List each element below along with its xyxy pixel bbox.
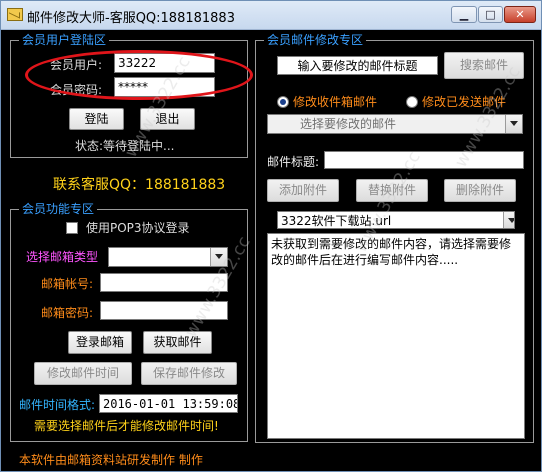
time-input[interactable]: 2016-01-01 13:59:08 — [99, 394, 238, 413]
radio-sent[interactable] — [406, 96, 418, 108]
minimize-button[interactable]: ▁ — [451, 6, 477, 23]
mailbox-type-select[interactable] — [108, 247, 228, 267]
subject-label: 邮件标题: — [267, 155, 320, 169]
window-title: 邮件修改大师-客服QQ:188181883 — [27, 11, 235, 26]
save-modify-button[interactable]: 保存邮件修改 — [141, 362, 237, 385]
time-notice: 需要选择邮件后才能修改邮件时间! — [34, 419, 219, 433]
attachment-list[interactable]: 3322软件下载站.url — [277, 211, 515, 229]
login-mail-button[interactable]: 登录邮箱 — [68, 331, 132, 354]
functions-group-label: 会员功能专区 — [19, 201, 98, 217]
modify-group-label: 会员邮件修改专区 — [264, 32, 367, 48]
login-button[interactable]: 登陆 — [69, 108, 124, 130]
login-group-label: 会员用户登陆区 — [19, 32, 110, 48]
radio-inbox[interactable] — [277, 96, 289, 108]
envelope-icon — [7, 8, 23, 21]
mail-password-label: 邮箱密码: — [41, 306, 94, 320]
subject-input[interactable] — [324, 151, 524, 169]
add-attachment-button[interactable]: 添加附件 — [267, 179, 339, 202]
footer-text: 本软件由邮箱资料站研发制作 制作 — [19, 453, 203, 467]
modify-time-button[interactable]: 修改邮件时间 — [34, 362, 132, 385]
highlight-ellipse — [25, 50, 253, 100]
chevron-down-icon[interactable] — [503, 212, 514, 228]
radio-inbox-label: 修改收件箱邮件 — [293, 95, 378, 109]
main-window: 邮件修改大师-客服QQ:188181883 ▁ □ ✕ 会员用户登陆区 会员用户… — [0, 0, 542, 472]
delete-attachment-button[interactable]: 删除附件 — [444, 179, 516, 202]
time-format-label: 邮件时间格式: — [19, 398, 96, 412]
title-bar[interactable]: 邮件修改大师-客服QQ:188181883 ▁ □ ✕ — [1, 1, 541, 30]
pop3-checkbox[interactable] — [66, 222, 78, 234]
mailbox-type-label: 选择邮箱类型 — [26, 250, 99, 264]
mail-content-textarea[interactable]: 未获取到需要修改的邮件内容，请选择需要修改的邮件后在进行编写邮件内容..... — [267, 233, 525, 439]
chevron-down-icon[interactable] — [505, 115, 522, 133]
subject-search-input[interactable]: 输入要修改的邮件标题 — [277, 56, 438, 75]
mail-account-label: 邮箱帐号: — [41, 277, 94, 291]
close-button[interactable]: ✕ — [504, 6, 536, 23]
pop3-label: 使用POP3协议登录 — [86, 221, 190, 235]
contact-text: 联系客服QQ：188181883 — [53, 177, 226, 193]
maximize-button[interactable]: □ — [478, 6, 503, 23]
